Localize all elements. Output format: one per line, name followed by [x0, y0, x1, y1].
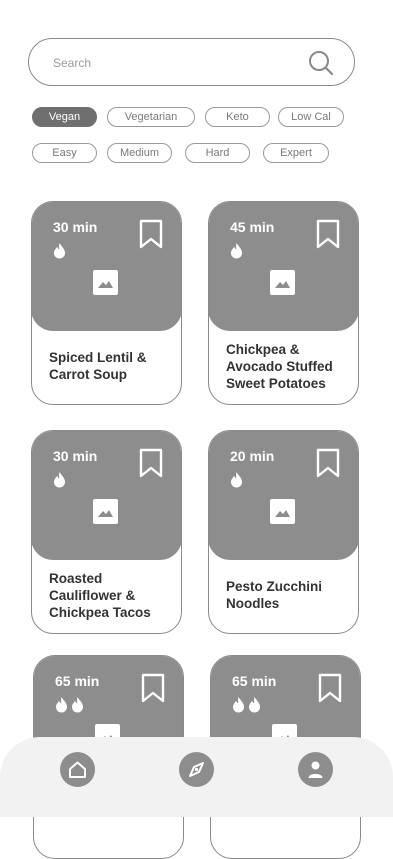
recipe-image-area: 30 min: [32, 202, 181, 331]
home-icon: [69, 761, 86, 778]
image-placeholder-icon: [93, 270, 118, 295]
image-placeholder-icon: [270, 270, 295, 295]
recipe-image-area: 45 min: [209, 202, 358, 331]
explore-icon: [189, 762, 204, 777]
recipe-title: Pesto Zucchini Noodles: [226, 579, 323, 611]
bookmark-icon[interactable]: [315, 219, 341, 249]
recipe-title: Roasted Cauliflower & Chickpea Tacos: [49, 571, 151, 620]
nav-profile-button[interactable]: [298, 752, 333, 787]
recipe-card[interactable]: 20 min Pesto Zucchini Noodles: [208, 430, 359, 634]
profile-icon: [308, 761, 323, 778]
bookmark-icon[interactable]: [138, 219, 164, 249]
search-icon[interactable]: [308, 50, 334, 76]
cook-time: 30 min: [53, 448, 98, 464]
image-placeholder-icon: [93, 499, 118, 524]
filter-chip-vegetarian[interactable]: Vegetarian: [107, 107, 195, 127]
search-placeholder: Search: [53, 56, 92, 70]
difficulty-flames: [53, 242, 66, 260]
recipe-card[interactable]: 30 min Roasted Cauliflower & Chickpea Tac…: [31, 430, 182, 634]
flame-icon: [232, 696, 245, 714]
filter-chip-easy[interactable]: Easy: [32, 143, 97, 163]
cook-time: 65 min: [55, 673, 100, 689]
nav-home-button[interactable]: [60, 752, 95, 787]
filter-chip-low-cal[interactable]: Low Cal: [278, 107, 344, 127]
bookmark-icon[interactable]: [140, 673, 166, 703]
recipe-image-area: 30 min: [32, 431, 181, 560]
image-placeholder-icon: [270, 499, 295, 524]
search-input[interactable]: Search: [28, 38, 355, 86]
flame-icon: [53, 242, 66, 260]
filter-chip-expert[interactable]: Expert: [263, 143, 329, 163]
difficulty-flames: [55, 696, 84, 714]
cook-time: 20 min: [230, 448, 275, 464]
difficulty-flames: [53, 471, 66, 489]
recipe-title: Chickpea & Avocado Stuffed Sweet Potatoe…: [226, 342, 333, 391]
recipe-title: Spiced Lentil & Carrot Soup: [49, 350, 147, 382]
difficulty-flames: [232, 696, 261, 714]
bottom-nav: [0, 737, 393, 817]
recipe-card[interactable]: 45 min Chickpea & Avocado Stuffed Sweet P…: [208, 201, 359, 405]
bookmark-icon[interactable]: [138, 448, 164, 478]
difficulty-flames: [230, 242, 243, 260]
cook-time: 65 min: [232, 673, 277, 689]
cook-time: 45 min: [230, 219, 275, 235]
flame-icon: [248, 696, 261, 714]
cook-time: 30 min: [53, 219, 98, 235]
bookmark-icon[interactable]: [315, 448, 341, 478]
filter-chip-hard[interactable]: Hard: [185, 143, 250, 163]
difficulty-flames: [230, 471, 243, 489]
flame-icon: [55, 696, 68, 714]
flame-icon: [230, 471, 243, 489]
flame-icon: [230, 242, 243, 260]
filter-chip-keto[interactable]: Keto: [205, 107, 270, 127]
recipe-card[interactable]: 30 min Spiced Lentil & Carrot Soup: [31, 201, 182, 405]
filter-chip-medium[interactable]: Medium: [107, 143, 172, 163]
nav-explore-button[interactable]: [179, 752, 214, 787]
filter-chip-vegan[interactable]: Vegan: [32, 107, 97, 127]
bookmark-icon[interactable]: [317, 673, 343, 703]
recipe-image-area: 20 min: [209, 431, 358, 560]
flame-icon: [71, 696, 84, 714]
flame-icon: [53, 471, 66, 489]
